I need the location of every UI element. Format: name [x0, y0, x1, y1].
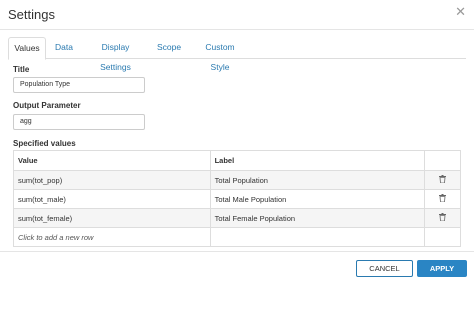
- empty-cell: [424, 227, 461, 247]
- table-row: sum(tot_male) Total Male Population: [13, 189, 461, 209]
- output-parameter-input[interactable]: agg: [13, 114, 145, 130]
- column-header-value: Value: [13, 150, 211, 171]
- title-input[interactable]: Population Type: [13, 77, 145, 93]
- cell-label[interactable]: Total Population: [209, 170, 426, 190]
- specified-values-label: Specified values: [13, 139, 76, 148]
- trash-icon[interactable]: [439, 213, 447, 221]
- title-label: Title: [13, 65, 30, 74]
- cell-label[interactable]: Total Female Population: [209, 208, 426, 228]
- cell-label[interactable]: Total Male Population: [209, 189, 426, 209]
- dialog-title: Settings: [8, 7, 55, 22]
- tab-scope[interactable]: Scope: [157, 37, 181, 59]
- cell-value[interactable]: sum(tot_female): [13, 208, 211, 228]
- trash-icon[interactable]: [439, 194, 447, 202]
- tab-values[interactable]: Values: [8, 37, 46, 60]
- apply-button[interactable]: APPLY: [417, 260, 467, 277]
- cell-value[interactable]: sum(tot_pop): [13, 170, 211, 190]
- output-parameter-label: Output Parameter: [13, 101, 81, 110]
- dialog-footer: CANCEL APPLY: [0, 251, 474, 311]
- tab-custom-style[interactable]: Custom Style: [196, 37, 244, 72]
- cell-value[interactable]: sum(tot_male): [13, 189, 211, 209]
- delete-row-button[interactable]: [424, 170, 461, 190]
- delete-row-button[interactable]: [424, 208, 461, 228]
- tab-bar: Values Data Display Settings Scope Custo…: [8, 37, 466, 72]
- empty-cell: [209, 227, 426, 247]
- column-header-actions: [424, 150, 461, 171]
- close-icon[interactable]: ✕: [455, 5, 466, 18]
- dialog-header: Settings ✕: [0, 0, 474, 30]
- trash-icon[interactable]: [439, 175, 447, 183]
- tab-display-settings[interactable]: Display Settings: [88, 37, 143, 72]
- table-header-row: Value Label: [13, 150, 461, 171]
- specified-values-table: Value Label sum(tot_pop) Total Populatio…: [13, 150, 461, 247]
- table-row: sum(tot_female) Total Female Population: [13, 208, 461, 228]
- cancel-button[interactable]: CANCEL: [356, 260, 413, 277]
- tab-data[interactable]: Data: [53, 37, 75, 59]
- column-header-label: Label: [209, 150, 426, 171]
- table-row: sum(tot_pop) Total Population: [13, 170, 461, 190]
- add-row[interactable]: Click to add a new row: [13, 227, 461, 247]
- delete-row-button[interactable]: [424, 189, 461, 209]
- add-row-link[interactable]: Click to add a new row: [13, 227, 211, 247]
